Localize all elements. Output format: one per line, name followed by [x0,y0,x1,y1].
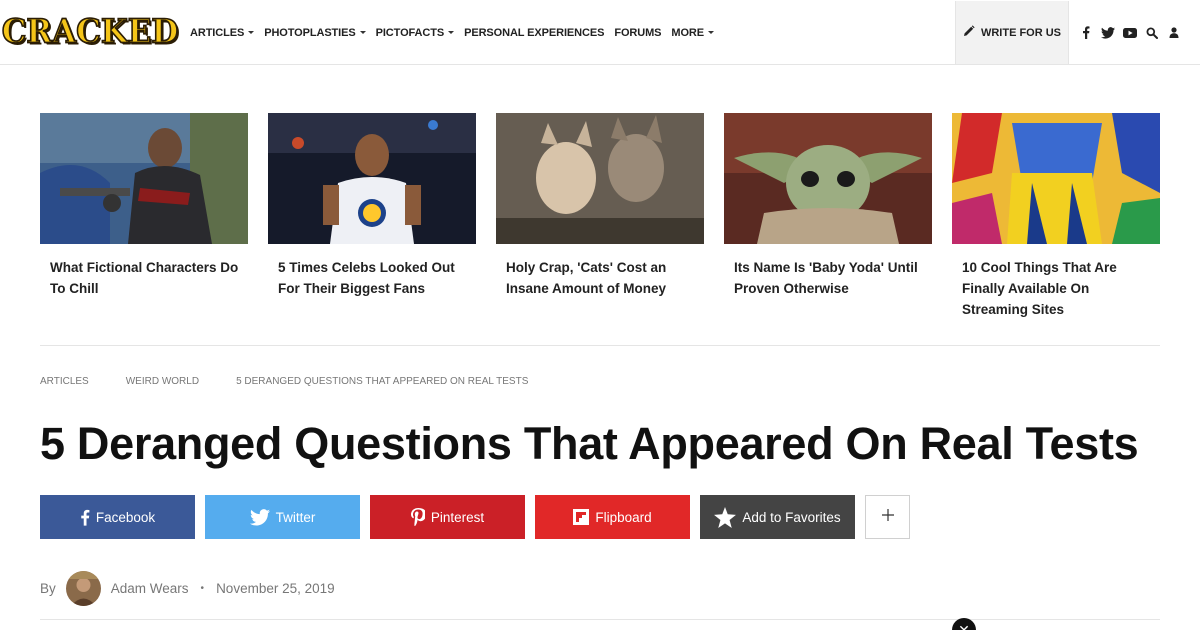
featured-title[interactable]: 5 Times Celebs Looked Out For Their Bigg… [268,257,476,299]
featured-card[interactable]: 5 Times Celebs Looked Out For Their Bigg… [268,113,476,320]
facebook-icon [80,509,90,526]
featured-card[interactable]: 10 Cool Things That Are Finally Availabl… [952,113,1160,320]
breadcrumb: ARTICLES WEIRD WORLD 5 DERANGED QUESTION… [40,376,565,387]
featured-title[interactable]: Its Name Is 'Baby Yoda' Until Proven Oth… [724,257,932,299]
caret-down-icon [448,31,455,34]
featured-card[interactable]: What Fictional Characters Do To Chill [40,113,248,320]
add-to-favorites-button[interactable]: Add to Favorites [700,495,855,539]
star-icon [714,506,737,528]
nav-more-label: MORE [671,26,705,39]
nav-photoplasties[interactable]: PHOTOPLASTIES [264,26,366,39]
write-for-us-button[interactable]: WRITE FOR US [955,1,1069,64]
featured-title[interactable]: Holy Crap, 'Cats' Cost an Insane Amount … [496,257,704,299]
twitter-icon[interactable] [1097,22,1119,44]
article-byline: By Adam Wears • November 25, 2019 [40,570,335,606]
pinterest-share-button[interactable]: Pinterest [370,495,525,539]
section-divider [40,345,1160,346]
nav-photoplasties-label: PHOTOPLASTIES [264,26,356,39]
nav-forums-label: FORUMS [614,26,662,39]
search-icon[interactable] [1141,22,1163,44]
author-name[interactable]: Adam Wears [111,581,189,596]
header-icons [1075,0,1185,65]
article-title: 5 Deranged Questions That Appeared On Re… [40,418,1139,469]
breadcrumb-articles[interactable]: ARTICLES [40,376,89,387]
nav-personal-experiences[interactable]: PERSONAL EXPERIENCES [464,27,604,39]
close-icon: ✕ [958,621,970,630]
featured-title[interactable]: What Fictional Characters Do To Chill [40,257,248,299]
nav-pictofacts-label: PICTOFACTS [375,26,445,39]
add-to-favorites-label: Add to Favorites [742,509,841,525]
featured-thumbnail[interactable] [952,113,1160,244]
logo-text: CRACKED [1,12,179,51]
pinterest-share-label: Pinterest [430,509,485,525]
nav-pictofacts[interactable]: PICTOFACTS [375,26,455,39]
author-avatar[interactable] [65,570,101,606]
breadcrumb-current[interactable]: 5 DERANGED QUESTIONS THAT APPEARED ON RE… [236,376,528,387]
nav-articles[interactable]: ARTICLES [190,26,255,39]
featured-thumbnail[interactable] [40,113,248,244]
youtube-icon[interactable] [1119,22,1141,44]
site-header: CRACKED ARTICLES PHOTOPLASTIES PICTOFACT… [0,0,1200,65]
caret-down-icon [248,31,255,34]
share-bar: Facebook Twitter Pinterest Flipboard Add… [40,495,910,539]
byline-separator: • [200,582,205,594]
featured-thumbnail[interactable] [268,113,476,244]
facebook-icon[interactable] [1075,22,1097,44]
featured-articles: What Fictional Characters Do To Chill 5 … [40,113,1160,320]
breadcrumb-weird-world[interactable]: WEIRD WORLD [126,376,199,387]
nav-personal-experiences-label: PERSONAL EXPERIENCES [464,26,605,39]
caret-down-icon [708,31,715,34]
write-for-us-label: WRITE FOR US [980,26,1062,39]
twitter-icon [249,508,270,526]
nav-forums[interactable]: FORUMS [614,27,661,39]
publish-date: November 25, 2019 [216,580,335,596]
nav-more[interactable]: MORE [671,26,715,39]
featured-card[interactable]: Holy Crap, 'Cats' Cost an Insane Amount … [496,113,704,320]
more-share-button[interactable] [865,495,910,539]
pinterest-icon [410,508,425,526]
flipboard-share-label: Flipboard [595,509,652,525]
featured-card[interactable]: Its Name Is 'Baby Yoda' Until Proven Oth… [724,113,932,320]
flipboard-share-button[interactable]: Flipboard [535,495,690,539]
nav-articles-label: ARTICLES [190,26,245,39]
facebook-share-label: Facebook [95,509,156,525]
plus-icon [881,508,894,526]
featured-thumbnail[interactable] [496,113,704,244]
byline-prefix: By [40,580,56,596]
user-icon[interactable] [1163,22,1185,44]
cracked-logo[interactable]: CRACKED [1,11,179,53]
pencil-icon [963,24,975,42]
caret-down-icon [359,31,366,34]
facebook-share-button[interactable]: Facebook [40,495,195,539]
twitter-share-label: Twitter [275,509,316,525]
main-nav: ARTICLES PHOTOPLASTIES PICTOFACTS PERSON… [190,0,724,65]
flipboard-icon [573,509,590,525]
featured-title[interactable]: 10 Cool Things That Are Finally Availabl… [952,257,1160,320]
byline-divider [40,619,1160,620]
featured-thumbnail[interactable] [724,113,932,244]
twitter-share-button[interactable]: Twitter [205,495,360,539]
